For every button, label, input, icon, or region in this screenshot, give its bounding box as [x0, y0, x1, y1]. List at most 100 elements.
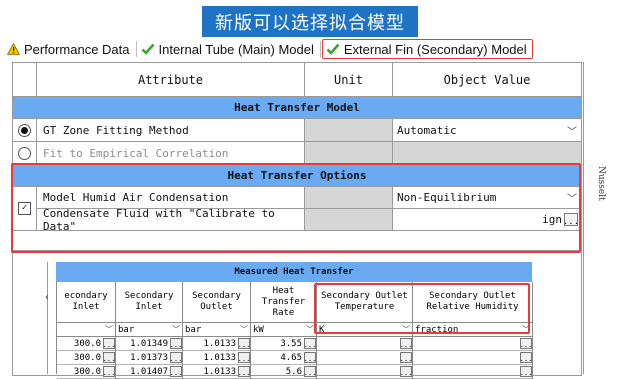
gt-zone-dropdown[interactable]: Automatic ﹀ [393, 119, 581, 142]
table-cell[interactable]: 300.0... [57, 365, 115, 379]
table-cell[interactable]: 1.01349... [116, 337, 182, 351]
table-cell[interactable]: 3.55... [251, 337, 316, 351]
panel-divider [47, 262, 48, 374]
tab-divider [319, 41, 321, 57]
ellipsis-button[interactable]: ... [170, 352, 182, 363]
unit-value: bar [118, 324, 135, 335]
table-cell[interactable]: 1.0133... [183, 365, 250, 379]
measured-table-title: Measured Heat Transfer [56, 262, 532, 282]
unit-dropdown[interactable]: kW ﹀ [251, 323, 316, 337]
column-secondary-outlet-temperature: Secondary Outlet Temperature K ﹀ ... ... … [317, 282, 413, 379]
unit-dropdown[interactable]: K ﹀ [317, 323, 412, 337]
empty-row [13, 231, 581, 251]
table-cell[interactable]: 5.6... [251, 365, 316, 379]
cell-value: 1.0133 [203, 352, 236, 363]
table-cell[interactable]: ... [317, 337, 412, 351]
tab-label: External Fin (Secondary) Model [343, 41, 527, 57]
humid-air-unit [305, 187, 393, 209]
tab-external-fin-model[interactable]: External Fin (Secondary) Model [321, 39, 533, 59]
ellipsis-button[interactable]: ... [304, 338, 316, 349]
measured-heat-transfer-table: Measured Heat Transfer econdary Inlet ﹀ … [52, 262, 533, 379]
ellipsis-button[interactable]: ... [520, 366, 532, 377]
table-cell[interactable]: 4.65... [251, 351, 316, 365]
ellipsis-button[interactable]: ... [170, 338, 182, 349]
table-cell[interactable]: 1.0133... [183, 337, 250, 351]
attribute-header: Attribute [37, 63, 305, 97]
cell-value: 300.0 [73, 366, 101, 377]
right-pane [583, 62, 632, 374]
unit-dropdown[interactable]: fraction ﹀ [413, 323, 532, 337]
ellipsis-button[interactable]: ... [400, 352, 412, 363]
cell-value: 1.0133 [203, 338, 236, 349]
ellipsis-button[interactable]: ... [304, 352, 316, 363]
table-cell[interactable]: ... [317, 351, 412, 365]
column-header: Heat Transfer Rate [251, 282, 316, 323]
unit-dropdown[interactable]: bar ﹀ [183, 323, 250, 337]
row-gt-zone-fitting: GT Zone Fitting Method Automatic ﹀ [13, 119, 581, 142]
ellipsis-button[interactable]: ... [563, 213, 579, 227]
grid-header: Attribute Unit Object Value [13, 63, 581, 97]
unit-value: K [319, 324, 325, 335]
ellipsis-button[interactable]: ... [238, 352, 250, 363]
ellipsis-button[interactable]: ... [238, 338, 250, 349]
unit-dropdown[interactable]: bar ﹀ [116, 323, 182, 337]
ellipsis-button[interactable]: ... [400, 338, 412, 349]
unit-value: fraction [415, 324, 459, 335]
section-heat-transfer-model: Heat Transfer Model [13, 97, 581, 119]
fit-empirical-unit [305, 142, 393, 165]
condensate-label: Condensate Fluid with "Calibrate to Data… [37, 207, 305, 233]
fit-empirical-value [393, 142, 581, 165]
chevron-down-icon: ﹀ [306, 325, 314, 334]
cell-value: 4.65 [280, 352, 302, 363]
options-group: ✓ Model Humid Air Condensation Non-Equil… [13, 187, 581, 233]
column-header: econdary Inlet [57, 282, 115, 323]
chevron-down-icon: ﹀ [567, 126, 577, 138]
unit-dropdown[interactable]: ﹀ [57, 323, 115, 337]
tab-performance-data[interactable]: Performance Data [4, 39, 135, 59]
ellipsis-button[interactable]: ... [304, 366, 316, 377]
cell-value: 1.01373 [130, 352, 168, 363]
unit-value: kW [253, 324, 264, 335]
gt-zone-label: GT Zone Fitting Method [37, 119, 305, 142]
table-cell[interactable]: ... [413, 337, 532, 351]
table-cell[interactable]: 300.0... [57, 337, 115, 351]
table-cell[interactable]: ... [413, 351, 532, 365]
condensate-value-field[interactable]: ign ... [393, 209, 581, 231]
ellipsis-button[interactable]: ... [103, 352, 115, 363]
ellipsis-button[interactable]: ... [520, 352, 532, 363]
table-cell[interactable]: 300.0... [57, 351, 115, 365]
ellipsis-button[interactable]: ... [170, 366, 182, 377]
empty-cell [13, 231, 581, 251]
column-secondary-outlet-relative-humidity: Secondary Outlet Relative Humidity fract… [413, 282, 533, 379]
condensate-value: ign [542, 213, 562, 226]
table-cell[interactable]: ... [413, 365, 532, 379]
ellipsis-button[interactable]: ... [103, 338, 115, 349]
check-icon [141, 43, 154, 55]
column-secondary-outlet-pressure: Secondary Outlet bar ﹀ 1.0133... 1.0133..… [183, 282, 251, 379]
table-cell[interactable]: ... [317, 365, 412, 379]
cell-value: 300.0 [73, 352, 101, 363]
humid-air-checkbox[interactable]: ✓ [13, 187, 37, 231]
section-heat-transfer-options: Heat Transfer Options [13, 165, 581, 187]
warning-icon [7, 43, 20, 55]
table-cell[interactable]: 1.01373... [116, 351, 182, 365]
humid-air-dropdown[interactable]: Non-Equilibrium ﹀ [393, 187, 581, 209]
scroll-left-icon[interactable]: ‹ [44, 292, 50, 303]
ellipsis-button[interactable]: ... [103, 366, 115, 377]
condensate-unit [305, 209, 393, 231]
column-secondary-inlet-temp: econdary Inlet ﹀ 300.0... 300.0... 300.0… [57, 282, 116, 379]
table-cell[interactable]: 1.01407... [116, 365, 182, 379]
tab-internal-tube-model[interactable]: Internal Tube (Main) Model [138, 39, 319, 59]
fit-empirical-label: Fit to Empirical Correlation [37, 142, 305, 165]
ellipsis-button[interactable]: ... [238, 366, 250, 377]
ellipsis-button[interactable]: ... [520, 338, 532, 349]
chevron-down-icon: ﹀ [402, 325, 410, 334]
fit-empirical-radio[interactable] [13, 142, 37, 165]
table-cell[interactable]: 1.0133... [183, 351, 250, 365]
gt-zone-radio[interactable] [13, 119, 37, 142]
value-header: Object Value [393, 63, 581, 97]
ellipsis-button[interactable]: ... [400, 366, 412, 377]
selector-header [13, 63, 37, 97]
unit-header: Unit [305, 63, 393, 97]
chevron-down-icon: ﹀ [105, 325, 113, 334]
